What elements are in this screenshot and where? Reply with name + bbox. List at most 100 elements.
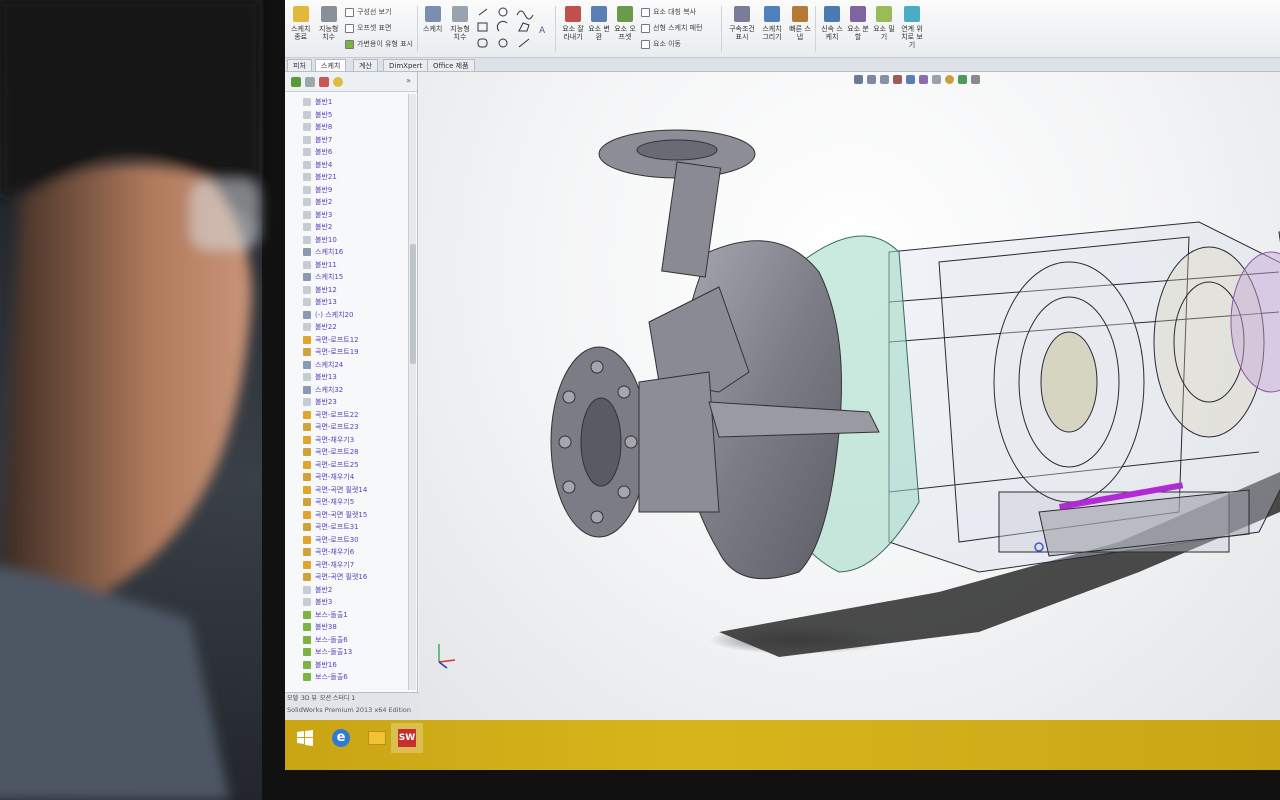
tree-item[interactable]: 곡면-채우기5 — [303, 496, 354, 508]
tree-item[interactable]: 볼반16 — [303, 659, 337, 671]
tree-item[interactable]: 곡면-곡면 필렛16 — [303, 571, 367, 583]
tree-item[interactable]: 볼반9 — [303, 184, 332, 196]
tree-item[interactable]: 곡면-채우기7 — [303, 559, 354, 571]
ribbon-item-offset-surface[interactable]: 오프셋 표면 — [345, 23, 391, 33]
tree-item[interactable]: 곡면-로프트30 — [303, 534, 359, 546]
tree-item[interactable]: 스케치15 — [303, 271, 343, 283]
tree-item[interactable]: 볼반8 — [303, 121, 332, 133]
exit-sketch-button[interactable]: 스케치 종료 — [291, 6, 310, 41]
tab-features[interactable]: 피처 — [287, 59, 312, 71]
tree-item[interactable]: 볼반11 — [303, 259, 337, 271]
property-manager-icon[interactable] — [305, 77, 315, 87]
tree-item[interactable]: 볼반23 — [303, 396, 337, 408]
ribbon-item-mirror[interactable]: 요소 대칭 복사 — [641, 7, 696, 17]
tree-scrollbar-thumb[interactable] — [410, 244, 416, 364]
windows-taskbar: e SW — [285, 720, 1280, 770]
start-button[interactable] — [289, 723, 321, 753]
taskbar-explorer[interactable] — [361, 723, 393, 753]
tree-item[interactable]: 볼반4 — [303, 159, 332, 171]
motor-housing-wireframe — [888, 216, 1280, 573]
push-entities-button[interactable]: 요소 밀기 — [873, 6, 895, 41]
ribbon-item-move[interactable]: 요소 이동 — [641, 39, 681, 49]
tab-dimxpert[interactable]: DimXpert — [383, 59, 429, 71]
smart-dim-2-button[interactable]: 지능형 치수 — [449, 6, 471, 41]
sketch-button[interactable]: 스케치 — [423, 6, 442, 33]
tab-3d-view[interactable]: 3D 뷰 — [301, 693, 317, 703]
tree-item[interactable]: 볼반3 — [303, 209, 332, 221]
quick-snaps-button[interactable]: 빠른 스냅 — [789, 6, 811, 41]
tree-item[interactable]: 볼반2 — [303, 584, 332, 596]
tree-item[interactable]: 볼반38 — [303, 621, 337, 633]
tree-item[interactable]: 볼반13 — [303, 371, 337, 383]
tree-item[interactable]: 곡면-곡면 필렛14 — [303, 484, 367, 496]
tree-item[interactable]: 보스-돌출1 — [303, 609, 348, 621]
feature-icon — [303, 585, 311, 594]
feature-icon — [303, 360, 311, 369]
move-entities-icon — [641, 39, 650, 49]
trim-entities-button[interactable]: 요소 잘라내기 — [561, 6, 585, 41]
tree-item[interactable]: 볼반13 — [303, 296, 337, 308]
chevron-right-icon[interactable]: » — [406, 76, 411, 85]
bottom-tabs-area: 모델 3D 뷰 모션 스터디 1 SolidWorks Premium 2013… — [285, 692, 419, 720]
ribbon-item-linear-pattern[interactable]: 선형 스케치 패턴 — [641, 23, 703, 33]
tree-scrollbar[interactable] — [408, 94, 416, 690]
smart-dimension-button[interactable]: 지능형 치수 — [319, 6, 338, 41]
pump-model-3d[interactable] — [419, 72, 1280, 720]
tree-item[interactable]: 볼반6 — [303, 146, 332, 158]
tree-item[interactable]: (-) 스케치20 — [303, 309, 353, 321]
tree-item[interactable]: 볼반21 — [303, 171, 337, 183]
ribbon-item-show-type[interactable]: 가변용이 유형 표시 — [345, 39, 413, 49]
offset-entities-button[interactable]: 요소 오프셋 — [613, 6, 637, 41]
sketch-entities-grid[interactable]: A — [475, 6, 555, 52]
display-relations-button[interactable]: 구속조건 표시 — [729, 6, 755, 41]
tree-item[interactable]: 곡면-채우기4 — [303, 471, 354, 483]
tree-item[interactable]: 스케치24 — [303, 359, 343, 371]
tab-motion-study[interactable]: 모션 스터디 1 — [320, 693, 355, 703]
split-entities-button[interactable]: 요소 분할 — [847, 6, 869, 41]
feature-manager-icon[interactable] — [291, 77, 301, 87]
tree-item[interactable]: 볼반1 — [303, 96, 332, 108]
tree-item[interactable]: 볼반2 — [303, 196, 332, 208]
tree-item[interactable]: 볼반5 — [303, 109, 332, 121]
tree-item[interactable]: 보스-돌출6 — [303, 671, 348, 683]
tree-item[interactable]: 곡면-로프트12 — [303, 334, 359, 346]
tree-item[interactable]: 볼반3 — [303, 596, 332, 608]
tree-item[interactable]: 곡면-로프트22 — [303, 409, 359, 421]
taskbar-solidworks[interactable]: SW — [391, 723, 423, 753]
tree-item-label: 볼반10 — [315, 235, 337, 244]
tree-item-label: 스케치15 — [315, 273, 344, 281]
config-manager-icon[interactable] — [319, 77, 329, 87]
edition-label: SolidWorks Premium 2013 x64 Edition — [287, 706, 412, 714]
tree-item-label: 볼반2 — [315, 223, 333, 231]
tree-item[interactable]: 곡면-로프트19 — [303, 346, 359, 358]
feature-icon — [303, 510, 311, 519]
tree-item[interactable]: 곡면-로프트28 — [303, 446, 359, 458]
tree-item[interactable]: 볼반22 — [303, 321, 337, 333]
tree-item[interactable]: 곡면-로프트23 — [303, 421, 359, 433]
display-manager-icon[interactable] — [333, 77, 343, 87]
tree-item[interactable]: 곡면-로프트25 — [303, 459, 359, 471]
tree-item[interactable]: 볼반12 — [303, 284, 337, 296]
feature-icon — [303, 610, 311, 619]
tree-item[interactable]: 곡면-채우기6 — [303, 546, 354, 558]
tab-office-products[interactable]: Office 제품 — [427, 59, 475, 71]
repair-sketch-button[interactable]: 스케치 그리기 — [759, 6, 785, 41]
tree-item[interactable]: 곡면-로프트31 — [303, 521, 359, 533]
taskbar-ie[interactable]: e — [325, 723, 357, 753]
ribbon-item-show-construction[interactable]: 구성선 보기 — [345, 7, 391, 17]
tree-item[interactable]: 스케치32 — [303, 384, 343, 396]
tab-evaluate[interactable]: 계산 — [353, 59, 378, 71]
tree-item[interactable]: 보스-돌출6 — [303, 634, 348, 646]
tree-item[interactable]: 곡면-채우기3 — [303, 434, 354, 446]
tree-item[interactable]: 볼반7 — [303, 134, 332, 146]
graphics-viewport[interactable] — [419, 72, 1280, 720]
tree-item[interactable]: 보스-돌출13 — [303, 646, 352, 658]
convert-entities-button[interactable]: 요소 변환 — [587, 6, 611, 41]
tree-item[interactable]: 곡면-곡면 필렛15 — [303, 509, 367, 521]
view-normal-button[interactable]: 연계 위치로 보기 — [899, 6, 925, 49]
rapid-sketch-button[interactable]: 신속 스케치 — [821, 6, 843, 41]
tab-sketch[interactable]: 스케치 — [315, 59, 347, 71]
tree-item[interactable]: 스케치16 — [303, 246, 343, 258]
tree-item[interactable]: 볼반2 — [303, 221, 332, 233]
tree-item[interactable]: 볼반10 — [303, 234, 337, 246]
